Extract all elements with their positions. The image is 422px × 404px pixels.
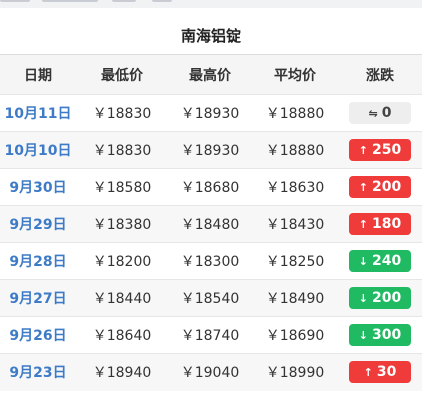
table-row: 9月28日 ￥18200 ￥18300 ￥18250 ↓ 240 (0, 242, 422, 280)
high-price-cell: ￥18680 (180, 180, 240, 196)
change-value: 300 (371, 327, 402, 343)
low-price-cell: ￥18200 (92, 254, 152, 270)
date-link[interactable]: 9月23日 (0, 354, 76, 391)
average-price-cell: ￥18880 (265, 143, 325, 159)
change-badge: ⇋ 0 (349, 102, 411, 124)
low-price-cell: ￥18940 (92, 365, 152, 382)
high-price-cell: ￥18540 (180, 291, 240, 307)
average-price-cell: ￥18880 (265, 106, 325, 122)
change-value: 240 (371, 253, 402, 269)
average-price-cell: ￥18250 (265, 254, 325, 270)
high-price-cell: ￥19040 (180, 365, 240, 382)
date-link[interactable]: 9月29日 (0, 206, 76, 243)
arrow-down-icon: ↓ (358, 329, 368, 342)
average-price-cell: ￥18430 (265, 217, 325, 233)
low-price-cell: ￥18640 (92, 328, 152, 344)
change-cell: ↑ 30 (338, 354, 422, 391)
price-table: 日期 最低价 最高价 平均价 涨跌 10月11日 ￥18830 ￥18930 ￥188… (0, 54, 422, 391)
change-value: 200 (371, 179, 402, 195)
low-price-cell: ￥18440 (92, 291, 152, 307)
low-price-cell: ￥18580 (92, 180, 152, 196)
change-badge: ↓ 240 (349, 250, 411, 272)
change-cell: ↓ 240 (338, 243, 422, 280)
date-link[interactable]: 10月10日 (0, 132, 76, 169)
table-row: 10月11日 ￥18830 ￥18930 ￥18880 ⇋ 0 (0, 94, 422, 132)
change-value: 0 (381, 105, 392, 121)
arrow-down-icon: ↓ (358, 292, 368, 305)
change-cell: ↑ 200 (338, 169, 422, 206)
flat-arrows-icon: ⇋ (368, 107, 378, 120)
arrow-up-icon: ↑ (358, 218, 368, 231)
table-row: 9月26日 ￥18640 ￥18740 ￥18690 ↓ 300 (0, 316, 422, 354)
date-link[interactable]: 9月27日 (0, 280, 76, 317)
change-cell: ↑ 180 (338, 206, 422, 243)
clipped-text-fragment (152, 0, 172, 2)
header-date: 日期 (24, 67, 52, 84)
change-value: 30 (376, 364, 397, 381)
change-cell: ↑ 250 (338, 132, 422, 169)
table-row: 9月23日 ￥18940 ￥19040 ￥18990 ↑ 30 (0, 353, 422, 391)
average-price-cell: ￥18690 (265, 328, 325, 344)
change-badge: ↑ 250 (349, 139, 411, 161)
high-price-cell: ￥18930 (180, 106, 240, 122)
table-title: 南海铝锭 (180, 27, 241, 45)
change-badge: ↑ 30 (349, 361, 411, 384)
top-scroll-strip (0, 0, 422, 8)
change-badge: ↑ 180 (349, 213, 411, 235)
clipped-text-fragment (112, 0, 136, 2)
table-row: 9月29日 ￥18380 ￥18480 ￥18430 ↑ 180 (0, 205, 422, 243)
date-link[interactable]: 10月11日 (0, 95, 76, 132)
table-row: 9月30日 ￥18580 ￥18680 ￥18630 ↑ 200 (0, 168, 422, 206)
header-average-price: 平均价 (274, 67, 316, 84)
date-link[interactable]: 9月26日 (0, 317, 76, 354)
low-price-cell: ￥18830 (92, 106, 152, 122)
high-price-cell: ￥18480 (180, 217, 240, 233)
high-price-cell: ￥18300 (180, 254, 240, 270)
date-link[interactable]: 9月28日 (0, 243, 76, 280)
change-badge: ↑ 200 (349, 176, 411, 198)
change-value: 180 (371, 216, 402, 232)
table-row: 10月10日 ￥18830 ￥18930 ￥18880 ↑ 250 (0, 131, 422, 169)
arrow-up-icon: ↑ (363, 366, 373, 380)
change-cell: ⇋ 0 (338, 95, 422, 132)
change-badge: ↓ 200 (349, 287, 411, 309)
change-cell: ↓ 300 (338, 317, 422, 354)
arrow-up-icon: ↑ (358, 181, 368, 194)
low-price-cell: ￥18830 (92, 143, 152, 159)
arrow-up-icon: ↑ (358, 144, 368, 157)
average-price-cell: ￥18630 (265, 180, 325, 196)
header-high-price: 最高价 (189, 67, 231, 84)
header-change: 涨跌 (366, 67, 394, 84)
change-badge: ↓ 300 (349, 324, 411, 346)
table-row: 9月27日 ￥18440 ￥18540 ￥18490 ↓ 200 (0, 279, 422, 317)
average-price-cell: ￥18990 (265, 365, 325, 382)
change-value: 250 (371, 142, 402, 158)
table-header-row: 日期 最低价 最高价 平均价 涨跌 (0, 54, 422, 95)
high-price-cell: ￥18930 (180, 143, 240, 159)
low-price-cell: ￥18380 (92, 217, 152, 233)
high-price-cell: ￥18740 (180, 328, 240, 344)
average-price-cell: ￥18490 (265, 291, 325, 307)
clipped-text-fragment (0, 0, 30, 2)
change-cell: ↓ 200 (338, 280, 422, 317)
header-low-price: 最低价 (101, 67, 143, 84)
clipped-text-fragment (42, 0, 98, 2)
date-link[interactable]: 9月30日 (0, 169, 76, 206)
change-value: 200 (371, 290, 402, 306)
arrow-down-icon: ↓ (358, 255, 368, 268)
